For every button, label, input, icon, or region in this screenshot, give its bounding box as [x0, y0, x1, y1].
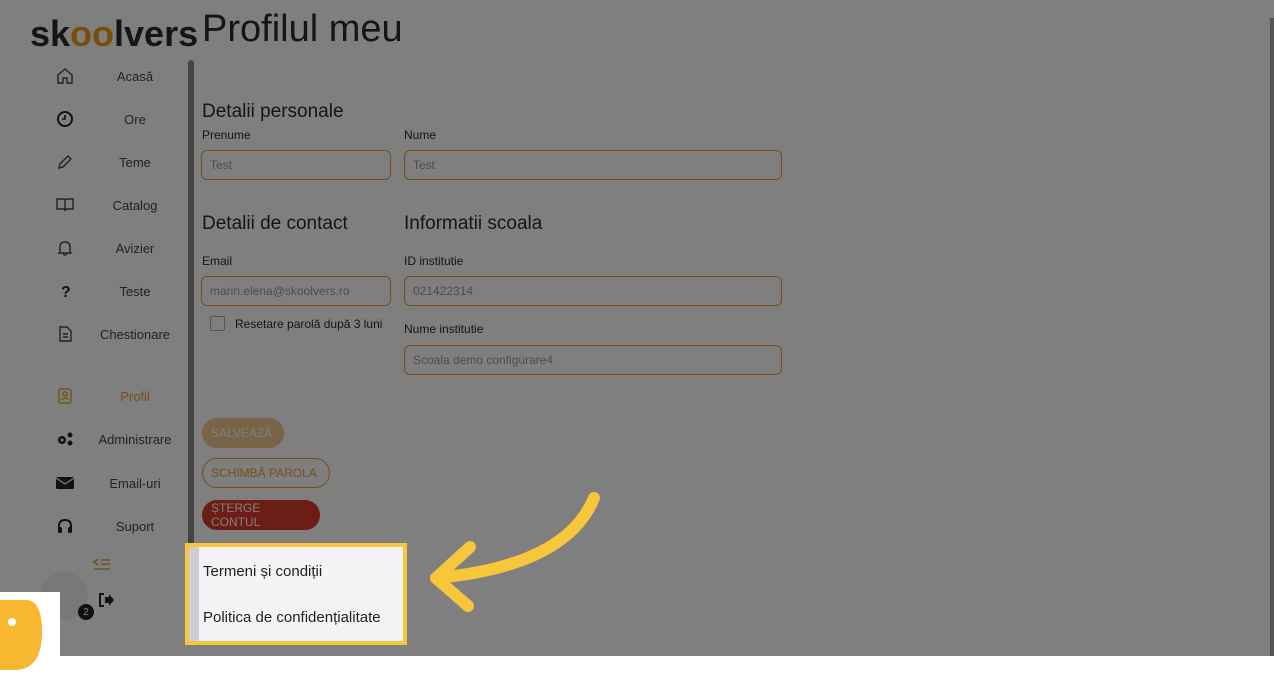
brand-mascot-icon [0, 600, 42, 670]
links-divider [189, 547, 199, 641]
terms-link[interactable]: Termeni și condiții [203, 563, 322, 580]
brand-badge [0, 592, 60, 674]
app-window: skoolvers Acasă Ore Teme Catalog Avizier… [0, 0, 1274, 656]
highlighted-links-box: Termeni și condiții Politica de confiden… [185, 543, 407, 645]
privacy-link[interactable]: Politica de confidențialitate [203, 609, 381, 626]
